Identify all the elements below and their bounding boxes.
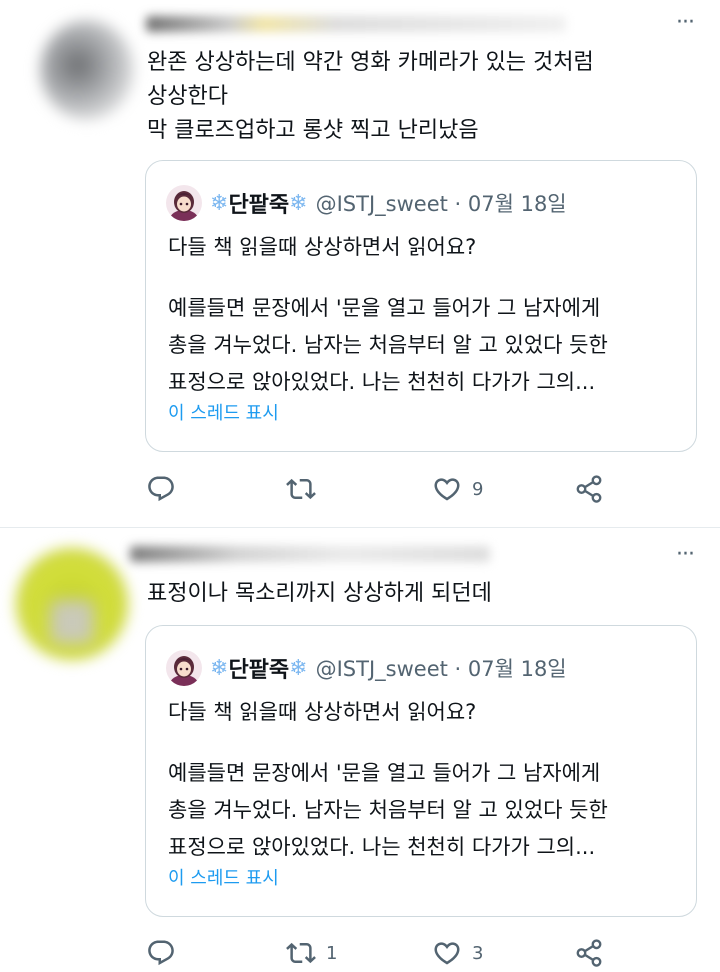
quoted-user-name[interactable]: 단팥죽 xyxy=(228,652,289,684)
like-count: 9 xyxy=(472,478,484,500)
share-button[interactable] xyxy=(574,938,604,968)
show-thread-link[interactable]: 이 스레드 표시 xyxy=(168,399,279,425)
quoted-text-line: 예를들면 문장에서 '문을 열고 들어가 그 남자에게 xyxy=(168,296,601,320)
reply-icon xyxy=(148,940,174,966)
like-button[interactable]: 3 xyxy=(432,938,483,968)
quoted-text-line: 표정으로 앉아있었다. 나는 천천히 다가가 그의... xyxy=(168,370,596,394)
snowflake-icon: ❄ xyxy=(210,655,229,681)
snowflake-icon: ❄ xyxy=(289,655,308,681)
like-icon xyxy=(434,942,460,965)
quoted-tweet[interactable]: ❄ 단팥죽 ❄ @ISTJ_sweet · 07월 18일 다들 책 읽을때 상… xyxy=(145,160,697,452)
retweet-icon xyxy=(286,478,316,500)
retweet-count: 1 xyxy=(326,942,338,964)
quoted-user-name[interactable]: 단팥죽 xyxy=(228,187,289,219)
snowflake-icon: ❄ xyxy=(210,190,229,216)
quoted-text-line: 총을 겨누었다. 남자는 처음부터 알 고 있었다 듯한 xyxy=(168,798,608,822)
quoted-handle-date[interactable]: @ISTJ_sweet · 07월 18일 xyxy=(316,653,567,683)
reply-icon xyxy=(148,476,174,502)
reply-button[interactable] xyxy=(146,474,186,504)
tweet-actions: 9 xyxy=(146,474,616,506)
like-icon xyxy=(434,478,460,501)
tweet-text-line: 막 클로즈업하고 롱샷 찍고 난리났음 xyxy=(147,118,479,143)
share-icon xyxy=(576,475,602,503)
quoted-tweet[interactable]: ❄ 단팥죽 ❄ @ISTJ_sweet · 07월 18일 다들 책 읽을때 상… xyxy=(145,625,697,917)
quoted-avatar[interactable] xyxy=(166,650,202,686)
quoted-tweet-text: 다들 책 읽을때 상상하면서 읽어요? 예를들면 문장에서 '문을 열고 들어가… xyxy=(168,229,688,401)
like-count: 3 xyxy=(472,942,484,964)
quoted-text-line: 표정으로 앉아있었다. 나는 천천히 다가가 그의... xyxy=(168,835,596,859)
avatar-detail xyxy=(50,600,94,644)
tweet-text: 표정이나 목소리까지 상상하게 되던데 xyxy=(147,577,687,611)
tweet-text-line: 표정이나 목소리까지 상상하게 되던데 xyxy=(147,581,492,606)
quoted-text-line: 다들 책 읽을때 상상하면서 읽어요? xyxy=(168,700,477,724)
quoted-handle-date[interactable]: @ISTJ_sweet · 07월 18일 xyxy=(316,188,567,218)
like-button[interactable]: 9 xyxy=(432,474,483,504)
more-icon[interactable]: ··· xyxy=(676,544,695,566)
quoted-text-line: 다들 책 읽을때 상상하면서 읽어요? xyxy=(168,235,477,259)
share-button[interactable] xyxy=(574,474,604,504)
show-thread-link[interactable]: 이 스레드 표시 xyxy=(168,864,279,890)
quoted-avatar[interactable] xyxy=(166,185,202,221)
blurred-user-name[interactable] xyxy=(146,16,566,32)
avatar[interactable] xyxy=(40,20,134,120)
retweet-button[interactable]: 1 xyxy=(286,938,337,968)
reply-button[interactable] xyxy=(146,938,186,968)
share-icon xyxy=(576,939,602,967)
quoted-tweet-header: ❄ 단팥죽 ❄ @ISTJ_sweet · 07월 18일 xyxy=(166,648,567,688)
retweet-icon xyxy=(286,942,316,964)
quoted-tweet-text: 다들 책 읽을때 상상하면서 읽어요? 예를들면 문장에서 '문을 열고 들어가… xyxy=(168,694,688,866)
snowflake-icon: ❄ xyxy=(289,190,308,216)
quoted-tweet-header: ❄ 단팥죽 ❄ @ISTJ_sweet · 07월 18일 xyxy=(166,183,567,223)
tweet-text-line: 완존 상상하는데 약간 영화 카메라가 있는 것처럼 xyxy=(147,50,594,75)
tweet-actions: 1 3 xyxy=(146,938,616,970)
blurred-user-name[interactable] xyxy=(130,546,490,562)
tweet-text: 완존 상상하는데 약간 영화 카메라가 있는 것처럼 상상한다 막 클로즈업하고… xyxy=(147,46,687,148)
more-icon[interactable]: ··· xyxy=(676,12,695,34)
tweet-text-line: 상상한다 xyxy=(147,84,228,109)
quoted-text-line: 총을 겨누었다. 남자는 처음부터 알 고 있었다 듯한 xyxy=(168,333,608,357)
retweet-button[interactable] xyxy=(286,474,326,504)
quoted-text-line: 예를들면 문장에서 '문을 열고 들어가 그 남자에게 xyxy=(168,761,601,785)
